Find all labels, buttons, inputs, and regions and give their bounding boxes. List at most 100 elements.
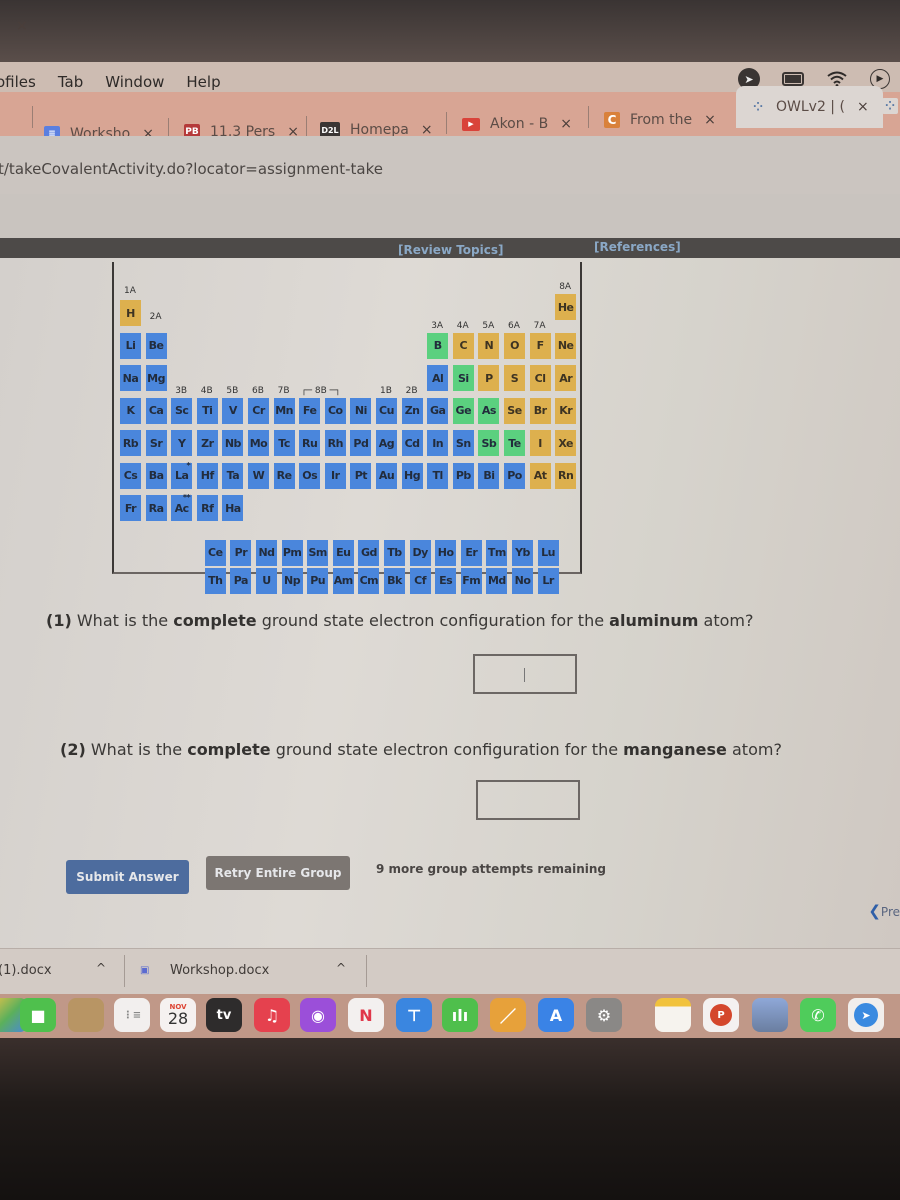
tab-owlv2-active[interactable]: ⁘ OWLv2 | ( ×: [736, 86, 883, 128]
url-field[interactable]: t/takeCovalentActivity.do?locator=assign…: [0, 160, 383, 178]
element-b[interactable]: B: [427, 332, 449, 359]
element-i[interactable]: I: [529, 430, 551, 456]
element-pu[interactable]: Pu: [307, 567, 329, 594]
apple-tv-icon[interactable]: tv: [206, 998, 242, 1032]
element-rn[interactable]: Rn: [555, 462, 577, 489]
facetime-icon[interactable]: ■: [20, 998, 56, 1032]
element-po[interactable]: Po: [504, 462, 525, 489]
element-zn[interactable]: Zn: [401, 397, 423, 424]
element-mo[interactable]: Mo: [248, 430, 269, 456]
element-cm[interactable]: Cm: [358, 567, 380, 594]
element-tb[interactable]: Tb: [384, 539, 405, 566]
element-cl[interactable]: Cl: [529, 365, 551, 391]
element-fr[interactable]: Fr: [120, 495, 141, 521]
element-es[interactable]: Es: [435, 567, 457, 594]
element-tl[interactable]: Tl: [427, 462, 449, 489]
tab-0[interactable]: ×: [4, 10, 28, 42]
element-br[interactable]: Br: [529, 397, 551, 424]
news-icon[interactable]: N: [348, 998, 384, 1032]
element-cr[interactable]: Cr: [248, 397, 269, 424]
element-tc[interactable]: Tc: [273, 430, 295, 456]
review-topics-link[interactable]: [Review Topics]: [398, 243, 503, 257]
element-ca[interactable]: Ca: [145, 397, 167, 424]
element-be[interactable]: Be: [145, 332, 167, 359]
element-ti[interactable]: Ti: [196, 397, 218, 424]
element-sb[interactable]: Sb: [478, 430, 500, 456]
element-eu[interactable]: Eu: [332, 539, 354, 566]
previous-button[interactable]: ❮Pre: [868, 902, 900, 920]
element-co[interactable]: Co: [324, 397, 346, 424]
pages-icon[interactable]: ／: [490, 998, 526, 1032]
element-te[interactable]: Te: [504, 430, 525, 456]
notes-icon[interactable]: [655, 998, 691, 1032]
element-u[interactable]: U: [256, 567, 277, 594]
element-na[interactable]: Na: [120, 365, 141, 391]
element-sc[interactable]: Sc: [171, 397, 193, 424]
numbers-icon[interactable]: ılı: [442, 998, 478, 1032]
element-ac[interactable]: Ac **: [171, 493, 193, 521]
element-s[interactable]: S: [504, 365, 525, 391]
chevron-up-icon[interactable]: ^: [336, 961, 346, 975]
element-ge[interactable]: Ge: [452, 397, 474, 424]
folder-icon[interactable]: [68, 998, 104, 1032]
reminders-icon[interactable]: ⋮≡: [114, 998, 150, 1032]
element-am[interactable]: Am: [332, 567, 354, 594]
menu-help[interactable]: Help: [186, 73, 220, 91]
element-xe[interactable]: Xe: [555, 430, 577, 456]
telegram-icon[interactable]: ➤: [848, 998, 884, 1032]
element-pd[interactable]: Pd: [350, 430, 372, 456]
element-lr[interactable]: Lr: [537, 567, 559, 594]
keynote-icon[interactable]: ⊤: [396, 998, 432, 1032]
element-p[interactable]: P: [478, 365, 500, 391]
element-in[interactable]: In: [427, 430, 449, 456]
chevron-up-icon[interactable]: ^: [96, 961, 106, 975]
element-v[interactable]: V: [222, 397, 244, 424]
element-se[interactable]: Se: [504, 397, 525, 424]
element-pb[interactable]: Pb: [452, 462, 474, 489]
element-la[interactable]: La *: [171, 461, 193, 489]
preview-icon[interactable]: [752, 998, 788, 1032]
element-md[interactable]: Md: [486, 567, 508, 594]
close-icon[interactable]: ×: [560, 116, 572, 132]
element-ag[interactable]: Ag: [376, 430, 397, 456]
element-si[interactable]: Si: [452, 365, 474, 391]
download-item[interactable]: Workshop.docx: [170, 963, 269, 978]
retry-entire-group-button[interactable]: Retry Entire Group: [206, 856, 350, 890]
element-pm[interactable]: Pm: [281, 539, 303, 566]
system-preferences-icon[interactable]: ⚙: [586, 998, 622, 1032]
element-kr[interactable]: Kr: [555, 397, 577, 424]
element-ne[interactable]: Ne: [555, 332, 577, 359]
tab-from-the[interactable]: C From the ×: [604, 104, 716, 136]
element-ta[interactable]: Ta: [222, 462, 244, 489]
download-item[interactable]: (1).docx: [0, 963, 52, 978]
element-th[interactable]: Th: [204, 567, 226, 594]
element-al[interactable]: Al: [427, 365, 449, 391]
element-k[interactable]: K: [120, 397, 141, 424]
element-o[interactable]: O: [504, 332, 525, 359]
element-li[interactable]: Li: [120, 332, 141, 359]
element-pr[interactable]: Pr: [230, 539, 252, 566]
close-icon[interactable]: ×: [857, 99, 869, 115]
element-as[interactable]: As: [478, 397, 500, 424]
element-h[interactable]: H: [120, 300, 141, 326]
element-cf[interactable]: Cf: [409, 567, 431, 594]
menu-window[interactable]: Window: [105, 73, 164, 91]
element-ra[interactable]: Ra: [145, 495, 167, 521]
element-n[interactable]: N: [478, 332, 500, 359]
answer-input-manganese[interactable]: [476, 780, 580, 820]
element-f[interactable]: F: [529, 332, 551, 359]
element-np[interactable]: Np: [281, 567, 303, 594]
element-re[interactable]: Re: [273, 462, 295, 489]
menu-tab[interactable]: Tab: [58, 73, 83, 91]
music-icon[interactable]: ♫: [254, 998, 290, 1032]
podcasts-icon[interactable]: ◉: [300, 998, 336, 1032]
element-ar[interactable]: Ar: [555, 365, 577, 391]
answer-input-aluminum[interactable]: [473, 654, 577, 694]
element-fe[interactable]: Fe: [299, 397, 321, 424]
element-sr[interactable]: Sr: [145, 430, 167, 456]
element-ho[interactable]: Ho: [435, 539, 457, 566]
element-cd[interactable]: Cd: [401, 430, 423, 456]
tab-partial[interactable]: ⁘: [882, 90, 900, 122]
element-er[interactable]: Er: [460, 539, 482, 566]
element-zr[interactable]: Zr: [196, 430, 218, 456]
